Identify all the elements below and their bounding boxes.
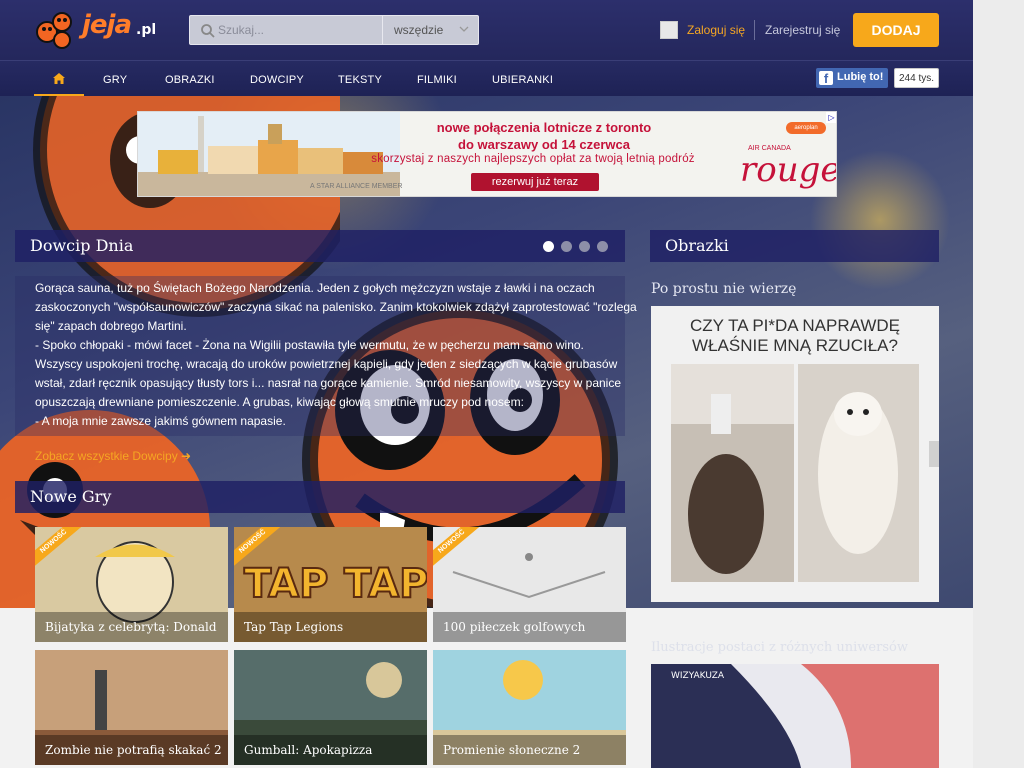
ad-subline: skorzystaj z naszych najlepszych opłat z…	[371, 153, 695, 165]
header-divider	[754, 20, 755, 40]
search-scope-select[interactable]: wszędzie	[382, 16, 479, 44]
game-title: Gumball: Apokapizza	[234, 735, 427, 765]
nav-item-dressup[interactable]: UBIERANKI	[492, 74, 553, 86]
game-tile[interactable]: NOWOŚĆ 100 piłeczek golfowych	[433, 527, 626, 642]
ad-headline-2: do warszawy od 14 czerwca	[458, 137, 630, 152]
joke-line: wstał, zdarł ręcznik opasujący tłusty to…	[35, 376, 622, 390]
facebook-icon: f	[819, 71, 833, 86]
site-header: jeja .pl wszędzie Zaloguj się Zarejestru…	[0, 0, 973, 60]
logo-tld: .pl	[136, 22, 157, 38]
game-title: Bijatyka z celebrytą: Donald	[35, 612, 228, 642]
next-image-arrow[interactable]	[929, 441, 939, 467]
facebook-like-label: Lubię to!	[837, 71, 884, 83]
joke-line: opuszczają drewniane pomieszczenie. A gr…	[35, 395, 524, 409]
game-title: 100 piłeczek golfowych	[433, 612, 626, 642]
joke-text: Gorąca sauna, tuż po Świętach Bożego Nar…	[15, 276, 637, 436]
search-icon	[201, 24, 215, 38]
images-header: Obrazki	[650, 230, 939, 262]
joke-line: Wszyscy uspokojeni trochę, wracają do ur…	[35, 357, 618, 371]
image-title[interactable]: Po prostu nie wierzę	[651, 281, 796, 297]
carousel-dot[interactable]	[543, 241, 554, 252]
joke-line: - A moja mnie zawsze jakimś gównem napas…	[35, 414, 286, 428]
joke-line: się" zapach dobrego Martini.	[35, 319, 187, 333]
aeroplan-logo: aeroplan	[786, 122, 826, 134]
game-tile[interactable]: Zombie nie potrafią skakać 2	[35, 650, 228, 765]
game-tile[interactable]: TAP TAP NOWOŚĆ Tap Tap Legions	[234, 527, 427, 642]
search-box: wszędzie	[189, 15, 479, 45]
nav-item-jokes[interactable]: DOWCIPY	[250, 74, 304, 86]
nav-home[interactable]	[34, 61, 84, 96]
game-title: Tap Tap Legions	[234, 612, 427, 642]
rouge-logo: rouge	[740, 150, 837, 190]
game-tile[interactable]: NOWOŚĆ Bijatyka z celebrytą: Donald	[35, 527, 228, 642]
svg-text:TAP: TAP	[344, 561, 427, 607]
joke-line: - Spoko chłopaki - mówi facet - Żona na …	[35, 338, 584, 352]
page-margin-right	[973, 0, 1024, 768]
add-button[interactable]: DODAJ	[853, 13, 939, 47]
see-all-jokes-link[interactable]: Zobacz wszystkie Dowcipy ➜	[35, 449, 191, 463]
meme-caption-line-1: CZY TA PI*DA NAPRAWDĘ	[689, 316, 901, 335]
meme-photo-right	[798, 364, 919, 582]
game-title: Promienie słoneczne 2	[433, 735, 626, 765]
meme-photo-left	[671, 364, 794, 582]
nav-item-games[interactable]: GRY	[103, 74, 127, 86]
facebook-like-count: 244 tys.	[894, 68, 939, 88]
svg-text:TAP: TAP	[244, 561, 328, 607]
game-tile[interactable]: Promienie słoneczne 2	[433, 650, 626, 765]
meme-image[interactable]: CZY TA PI*DA NAPRAWDĘ WŁAŚNIE MNĄ RZUCIŁ…	[651, 306, 939, 602]
meme-caption-line-2: WŁAŚNIE MNĄ RZUCIŁA?	[692, 336, 898, 355]
carousel-dot[interactable]	[597, 241, 608, 252]
facebook-like-button[interactable]: f Lubię to!	[816, 68, 888, 88]
star-alliance-label: A STAR ALLIANCE MEMBER	[310, 183, 403, 190]
ad-info-icon[interactable]: ▷	[826, 112, 836, 123]
nav-item-videos[interactable]: FILMIKI	[417, 74, 457, 86]
nav-item-texts[interactable]: TEKSTY	[338, 74, 382, 86]
register-link[interactable]: Zarejestruj się	[765, 23, 840, 37]
game-title: Zombie nie potrafią skakać 2	[35, 735, 228, 765]
illustration-image[interactable]: WIZYAKUZA	[651, 664, 939, 768]
illustration-thumbnail: WIZYAKUZA	[651, 664, 939, 768]
illustration-title[interactable]: Ilustracje postaci z różnych uniwersów	[651, 640, 908, 655]
ad-headline-1: nowe połączenia lotnicze z toronto	[436, 120, 652, 135]
advertisement-banner[interactable]: nowe połączenia lotnicze z toronto do wa…	[137, 111, 837, 197]
carousel-dot[interactable]	[561, 241, 572, 252]
joke-line: zaskoczonych "współsaunowiczów" zaczyna …	[35, 300, 637, 314]
game-tile[interactable]: Gumball: Apokapizza	[234, 650, 427, 765]
search-scope-value: wszędzie	[394, 23, 444, 37]
user-avatar-icon	[660, 21, 678, 39]
chevron-down-icon	[459, 26, 469, 32]
joke-of-day-header: Dowcip Dnia	[15, 230, 625, 262]
login-link[interactable]: Zaloguj się	[687, 23, 745, 37]
new-games-header: Nowe Gry	[15, 481, 625, 513]
logo-text[interactable]: jeja	[82, 10, 132, 40]
nav-item-images[interactable]: OBRAZKI	[165, 74, 215, 86]
ad-book-button[interactable]: rezerwuj już teraz	[471, 173, 599, 191]
home-icon	[53, 73, 65, 84]
search-input[interactable]	[218, 19, 368, 41]
illustration-label: WIZYAKUZA	[671, 671, 725, 681]
carousel-dot[interactable]	[579, 241, 590, 252]
joke-line: Gorąca sauna, tuż po Świętach Bożego Nar…	[35, 281, 595, 295]
